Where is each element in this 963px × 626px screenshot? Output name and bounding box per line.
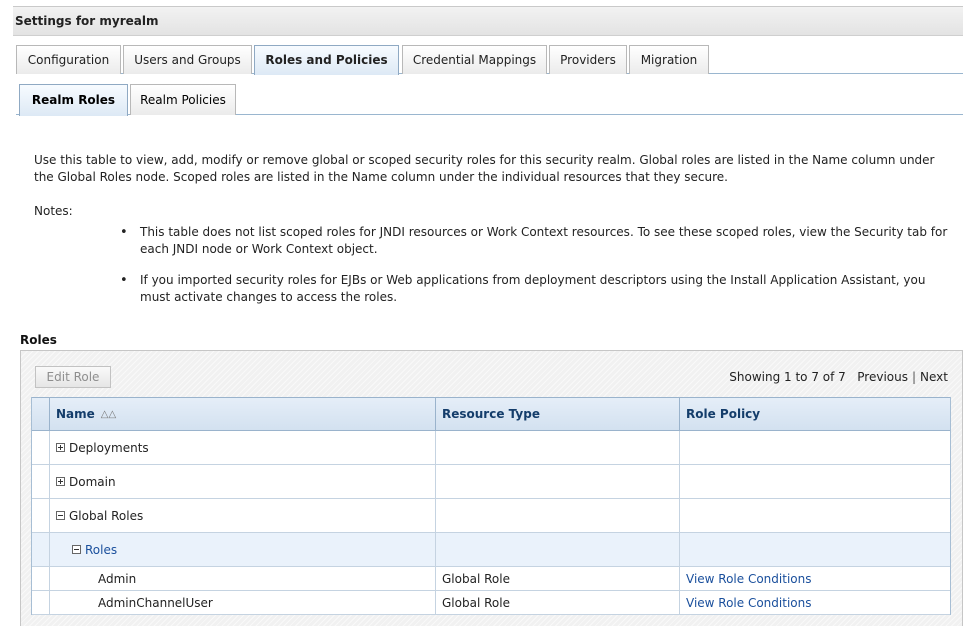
role-policy-cell: [680, 465, 950, 498]
pager-separator: |: [911, 370, 917, 384]
roles-table-panel: Edit Role Showing 1 to 7 of 7 Previous | N…: [20, 350, 963, 626]
sort-ascending-icon[interactable]: △△: [101, 409, 116, 420]
name-cell: AdminChannelUser: [50, 591, 436, 614]
page-title: Settings for myrealm: [15, 14, 159, 28]
collapse-icon[interactable]: [72, 545, 81, 554]
resource-type-cell: [436, 465, 680, 498]
column-header-resource-type[interactable]: Resource Type: [436, 398, 680, 430]
note-item: This table does not list scoped roles fo…: [120, 224, 950, 258]
select-column-header: [32, 398, 50, 430]
row-name: Deployments: [69, 441, 149, 455]
tab-roles-and-policies[interactable]: Roles and Policies: [254, 45, 399, 75]
table-row[interactable]: Deployments: [32, 431, 950, 465]
name-cell: Domain: [50, 465, 436, 498]
tab-configuration[interactable]: Configuration: [16, 45, 121, 74]
table-row[interactable]: Roles: [32, 533, 950, 567]
role-policy-cell: View Role Conditions: [680, 591, 950, 614]
row-selector[interactable]: [32, 465, 50, 498]
sub-tabs: Realm Roles Realm Policies: [16, 84, 963, 116]
name-cell: Admin: [50, 567, 436, 590]
resource-type-cell: [436, 533, 680, 566]
notes-label: Notes:: [34, 204, 73, 218]
subtab-realm-policies[interactable]: Realm Policies: [130, 84, 236, 115]
roles-heading: Roles: [20, 333, 57, 347]
row-selector[interactable]: [32, 567, 50, 590]
row-name: Domain: [69, 475, 116, 489]
name-cell: Global Roles: [50, 499, 436, 532]
table-row[interactable]: Admin Global Role View Role Conditions: [32, 567, 950, 591]
view-role-conditions-link[interactable]: View Role Conditions: [686, 596, 811, 610]
table-row[interactable]: AdminChannelUser Global Role View Role C…: [32, 591, 950, 615]
tab-migration[interactable]: Migration: [629, 45, 709, 74]
roles-table: Name △△ Resource Type Role Policy Deploym…: [31, 397, 951, 615]
expand-icon[interactable]: [56, 477, 65, 486]
resource-type-cell: [436, 431, 680, 464]
table-header: Name △△ Resource Type Role Policy: [32, 397, 950, 431]
tab-providers[interactable]: Providers: [549, 45, 627, 74]
tab-users-and-groups[interactable]: Users and Groups: [123, 45, 252, 74]
page-description: Use this table to view, add, modify or r…: [34, 153, 935, 184]
settings-header: Settings for myrealm: [13, 6, 963, 36]
previous-link[interactable]: Previous: [857, 370, 908, 384]
tab-credential-mappings[interactable]: Credential Mappings: [402, 45, 547, 74]
resource-type-cell: Global Role: [436, 567, 680, 590]
view-role-conditions-link[interactable]: View Role Conditions: [686, 572, 811, 586]
note-item: If you imported security roles for EJBs …: [120, 272, 950, 306]
role-policy-cell: [680, 431, 950, 464]
row-name: Global Roles: [69, 509, 144, 523]
pagination: Showing 1 to 7 of 7 Previous | Next: [729, 370, 948, 384]
resource-type-cell: [436, 499, 680, 532]
role-policy-cell: [680, 533, 950, 566]
next-link[interactable]: Next: [920, 370, 948, 384]
row-selector[interactable]: [32, 533, 50, 566]
table-row[interactable]: Domain: [32, 465, 950, 499]
name-cell: Deployments: [50, 431, 436, 464]
table-row[interactable]: Global Roles: [32, 499, 950, 533]
subtab-realm-roles[interactable]: Realm Roles: [19, 84, 128, 116]
column-header-role-policy[interactable]: Role Policy: [680, 398, 950, 430]
row-selector[interactable]: [32, 591, 50, 614]
edit-role-button[interactable]: Edit Role: [35, 366, 111, 388]
collapse-icon[interactable]: [56, 511, 65, 520]
resource-type-cell: Global Role: [436, 591, 680, 614]
expand-icon[interactable]: [56, 443, 65, 452]
role-policy-cell: View Role Conditions: [680, 567, 950, 590]
row-selector[interactable]: [32, 499, 50, 532]
role-policy-cell: [680, 499, 950, 532]
row-name-link[interactable]: Roles: [85, 543, 117, 557]
name-cell: Roles: [50, 533, 436, 566]
pagination-status: Showing 1 to 7 of 7: [729, 370, 846, 384]
main-tabs: Configuration Users and Groups Roles and…: [16, 45, 963, 75]
column-header-name-label: Name: [56, 407, 95, 421]
column-header-name[interactable]: Name △△: [50, 398, 436, 430]
row-selector[interactable]: [32, 431, 50, 464]
